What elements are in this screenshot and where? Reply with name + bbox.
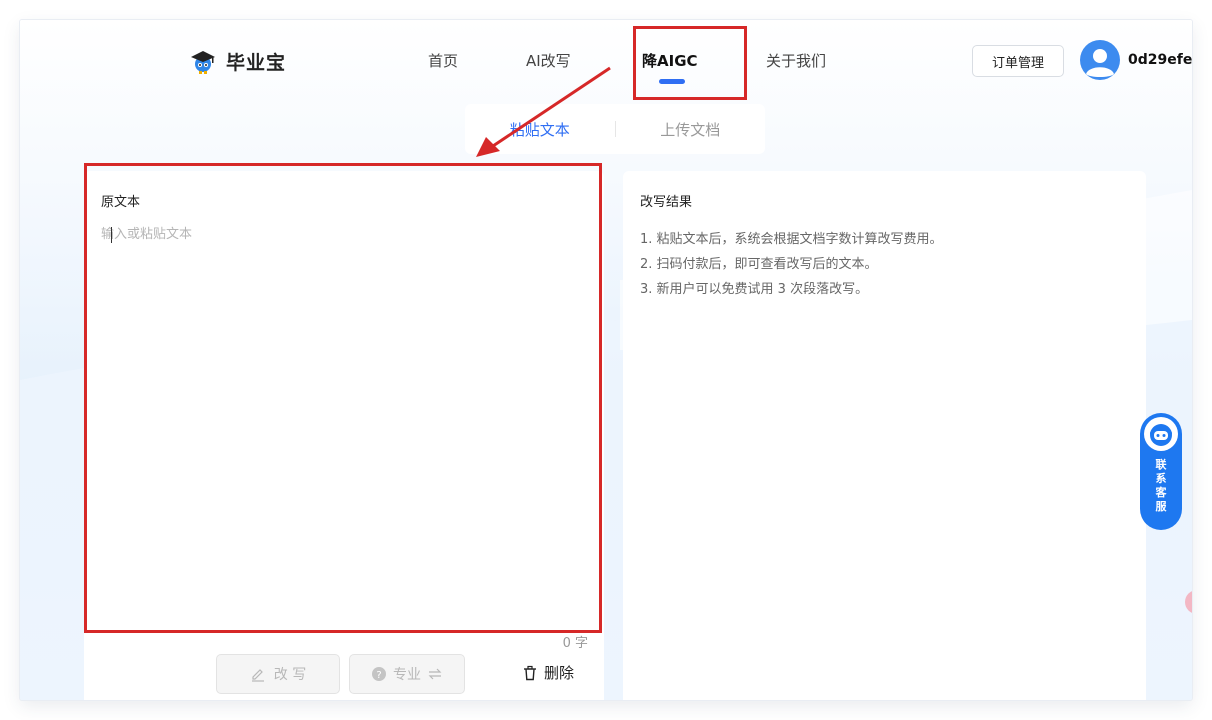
graduation-cap-mascot-icon (191, 50, 215, 74)
customer-service-label: 联 系 客 服 (1155, 458, 1167, 513)
avatar-icon[interactable] (1080, 40, 1120, 80)
nav-ai-rewrite[interactable]: AI改写 (526, 50, 571, 71)
annotation-highlight-panel (84, 163, 602, 633)
instructions-list: 1. 粘贴文本后，系统会根据文档字数计算改写费用。 2. 扫码付款后，即可查看改… (640, 227, 943, 302)
annotation-highlight-nav (633, 26, 747, 100)
tab-upload-document[interactable]: 上传文档 (616, 119, 766, 140)
svg-text:?: ? (376, 670, 381, 681)
logo[interactable]: 毕业宝 (190, 48, 286, 75)
list-item: 2. 扫码付款后，即可查看改写后的文本。 (640, 257, 878, 272)
rewrite-button-label: 改 写 (273, 667, 307, 683)
professional-mode-label: 专业 (393, 667, 421, 683)
delete-button[interactable]: 删除 (522, 662, 574, 683)
list-item: 1. 粘贴文本后，系统会根据文档字数计算改写费用。 (640, 232, 943, 247)
nav-about[interactable]: 关于我们 (766, 50, 826, 71)
customer-service-button[interactable]: 联 系 客 服 (1140, 413, 1182, 530)
tab-paste-text[interactable]: 粘贴文本 (465, 119, 615, 140)
list-item: 3. 新用户可以免费试用 3 次段落改写。 (640, 282, 869, 297)
rewrite-result-title: 改写结果 (640, 195, 693, 210)
help-circle-icon: ? (372, 667, 386, 681)
rewrite-result-panel: 改写结果 1. 粘贴文本后，系统会根据文档字数计算改写费用。 2. 扫码付款后，… (623, 171, 1146, 700)
professional-mode-button[interactable]: ? 专业 (349, 654, 465, 694)
input-mode-tabs: 粘贴文本 上传文档 (465, 104, 765, 154)
nav-home[interactable]: 首页 (428, 50, 458, 71)
app-window: 毕业宝 首页 AI改写 降AIGC 关于我们 订单管理 0d29efe 粘贴文本… (20, 20, 1192, 700)
delete-button-label: 删除 (544, 664, 575, 682)
username[interactable]: 0d29efe (1128, 52, 1192, 68)
char-count: 0 字 (562, 636, 588, 651)
pencil-icon (251, 669, 264, 682)
order-management-button[interactable]: 订单管理 (972, 45, 1064, 77)
rewrite-button[interactable]: 改 写 (216, 654, 340, 694)
trash-icon (524, 665, 536, 680)
robot-headset-icon (1144, 417, 1178, 451)
floating-widget-edge[interactable] (1185, 590, 1192, 614)
swap-icon (428, 668, 442, 680)
brand-name: 毕业宝 (226, 52, 287, 74)
